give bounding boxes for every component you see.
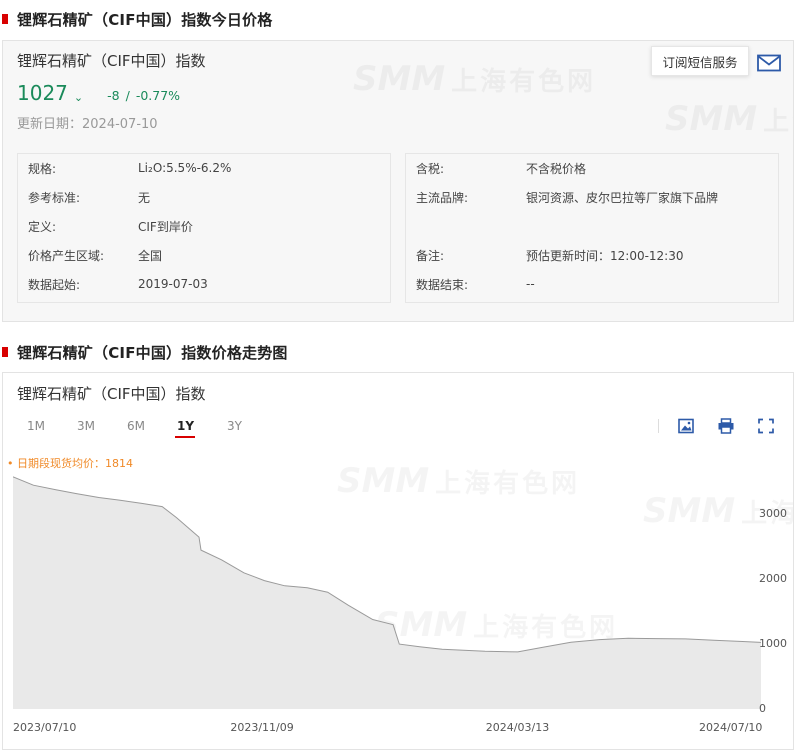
x-tick-label: 2023/07/10 [13,721,77,734]
price-change-percent: -0.77% [135,88,181,103]
spec-key: 价格产生区域: [28,248,105,263]
spec-key: 参考标准: [28,190,81,205]
current-price: 1027 [17,81,68,105]
save-image-icon[interactable] [677,418,695,434]
chevron-down-icon: ⌄ [73,91,84,104]
spec-key: 数据起始: [28,277,81,292]
update-date: 更新日期：2024-07-10 [17,117,158,132]
section-title-price-trend: 锂辉石精矿（CIF中国）指数价格走势图 [0,342,288,362]
toolbar-divider [658,419,659,433]
spec-value: -- [526,277,535,291]
spec-key: 定义: [28,219,57,234]
x-tick-label: 2023/11/09 [230,721,294,734]
print-icon[interactable] [717,418,735,434]
price-area-fill [13,476,761,709]
spec-value: Li₂O:5.5%-6.2% [138,161,232,175]
index-name: 锂辉石精矿（CIF中国）指数 [17,52,206,70]
x-tick-label: 2024/07/10 [699,721,763,734]
price-change: -8 [107,88,120,103]
mail-icon[interactable] [757,54,781,72]
tab-3y[interactable]: 3Y [217,419,267,433]
spec-row: 参考标准: 无 [18,183,390,211]
section-title-text: 锂辉石精矿（CIF中国）指数价格走势图 [17,343,288,362]
tab-1m[interactable]: 1M [17,419,67,433]
price-row: 1027 ⌄ -8 / -0.77% [17,81,180,105]
y-tick-label: 0 [759,702,766,715]
tab-6m[interactable]: 6M [117,419,167,433]
spec-row: 定义: CIF到岸价 [18,212,390,240]
spec-key: 规格: [28,161,57,176]
spec-value: 全国 [138,248,163,263]
spec-row: 价格产生区域: 全国 [18,241,390,269]
spec-key: 含税: [416,161,445,176]
spec-key: 主流品牌: [416,190,469,205]
spec-row: 数据结束: -- [406,270,778,298]
y-tick-label: 3000 [759,507,787,521]
spec-value: 不含税价格 [526,161,587,176]
watermark: SMM上海有色网 [665,99,793,139]
y-tick-label: 2000 [759,572,787,586]
spec-key: 备注: [416,248,445,263]
y-tick-label: 1000 [759,637,787,651]
spec-row: 备注: 预估更新时间：12:00-12:30 [406,241,778,269]
section-marker [2,347,8,357]
spec-row: 主流品牌: 银河资源、皮尔巴拉等厂家旗下品牌 [406,183,778,211]
spec-row: 规格: Li₂O:5.5%-6.2% [18,154,390,182]
fullscreen-icon[interactable] [757,418,775,434]
spec-row: 数据起始: 2019-07-03 [18,270,390,298]
watermark: SMM上海有色网 [353,59,596,99]
spec-value: 预估更新时间：12:00-12:30 [526,248,684,263]
active-tab-indicator [175,436,195,438]
tab-3m[interactable]: 3M [67,419,117,433]
spec-row: 含税: 不含税价格 [406,154,778,182]
tab-1y[interactable]: 1Y [167,419,217,433]
spec-value: 无 [138,190,151,205]
spec-value: 银河资源、皮尔巴拉等厂家旗下品牌 [526,190,719,205]
spec-table-left: 规格: Li₂O:5.5%-6.2% 参考标准: 无 定义: CIF到岸价 价格产生区… [17,153,391,303]
spec-table-right: 含税: 不含税价格 主流品牌: 银河资源、皮尔巴拉等厂家旗下品牌 备注: 预估更新时间… [405,153,779,303]
x-tick-label: 2024/03/13 [485,721,550,734]
price-area-chart [13,476,761,709]
price-summary-panel: SMM上海有色网 SMM上海有色网 锂辉石精矿（CIF中国）指数 1027 ⌄ … [2,40,794,322]
section-title-today-price: 锂辉石精矿（CIF中国）指数今日价格 [0,9,272,29]
section-title-text: 锂辉石精矿（CIF中国）指数今日价格 [17,10,273,29]
range-tabs: 1M 3M 6M 1Y 3Y [17,419,267,433]
subscribe-sms-button[interactable]: 订阅短信服务 [651,46,749,76]
spec-key: 数据结束: [416,277,469,292]
price-trend-panel: SMM上海有色网 SMM上海有色网 SMM上海有色网 锂辉石精矿（CIF中国）指… [2,372,794,750]
change-separator: / [125,88,130,103]
chart-title: 锂辉石精矿（CIF中国）指数 [17,385,206,403]
spec-value: CIF到岸价 [138,219,193,234]
section-marker [2,14,8,24]
spec-value: 2019-07-03 [138,277,208,291]
